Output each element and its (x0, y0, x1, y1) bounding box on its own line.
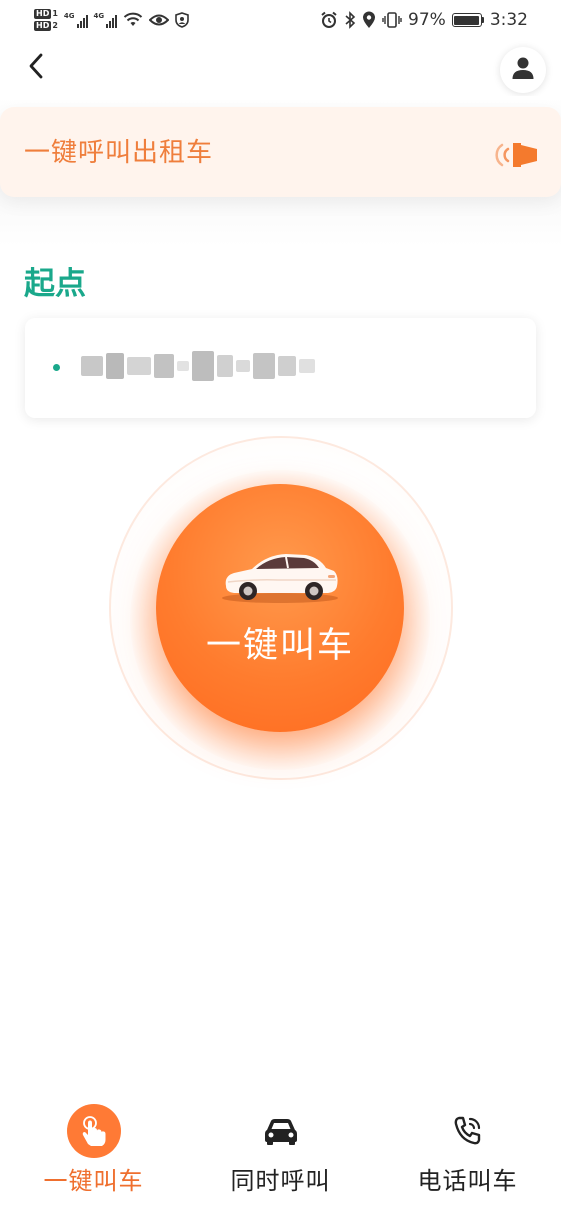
battery-percent: 97% (408, 10, 446, 30)
status-right: 97% 3:32 (320, 4, 528, 36)
car-front-icon (254, 1104, 308, 1158)
banner-title: 一键呼叫出租车 (24, 138, 214, 168)
bluetooth-icon (344, 11, 356, 29)
tab-label: 一键叫车 (43, 1167, 144, 1195)
status-left: HD 1 HD 2 4G 4G (34, 4, 189, 36)
start-dot-icon (53, 364, 60, 371)
clock: 3:32 (489, 10, 528, 30)
wifi-icon (123, 12, 143, 28)
hd-num: 1 (52, 9, 58, 18)
location-icon (362, 11, 376, 29)
vibrate-icon (382, 11, 402, 29)
page: HD 1 HD 2 4G 4G 97% 3:32 一键呼叫出租车 起点 一键叫车… (0, 0, 561, 1216)
start-label: 起点 (24, 266, 86, 302)
status-bar: HD 1 HD 2 4G 4G 97% 3:32 (0, 0, 561, 40)
tab-phone-call[interactable]: 电话叫车 (374, 1092, 561, 1216)
user-icon (511, 56, 535, 84)
eye-icon (149, 13, 170, 27)
battery-icon (451, 13, 484, 27)
hd-badge: HD (34, 21, 52, 31)
call-taxi-banner[interactable]: 一键呼叫出租车 (0, 107, 561, 197)
car-icon (218, 546, 342, 606)
one-tap-call-button[interactable]: 一键叫车 (156, 484, 404, 732)
hd-badge: HD (34, 9, 52, 19)
hd-num: 2 (52, 21, 58, 30)
back-button[interactable] (20, 52, 52, 84)
start-location-card[interactable] (25, 318, 536, 418)
network-type: 4G (63, 12, 75, 20)
speaker-icon (486, 139, 540, 171)
tab-label: 同时呼叫 (230, 1167, 331, 1195)
alarm-icon (320, 11, 338, 29)
hd-indicators: HD 1 HD 2 (34, 9, 58, 31)
profile-button[interactable] (500, 47, 546, 93)
tab-one-tap-call[interactable]: 一键叫车 (0, 1092, 187, 1216)
start-address-blurred (81, 344, 326, 388)
chevron-left-icon (28, 53, 44, 83)
tab-simultaneous-call[interactable]: 同时呼叫 (187, 1092, 374, 1216)
signal-icon: 4G (64, 12, 88, 28)
tab-label: 电话叫车 (417, 1167, 518, 1195)
shield-icon (175, 12, 189, 28)
signal-icon: 4G (94, 12, 118, 28)
tap-hand-icon (66, 1104, 121, 1158)
call-button-label: 一键叫车 (205, 626, 354, 666)
network-type: 4G (93, 12, 105, 20)
bottom-tab-bar: 一键叫车 同时呼叫 电话叫车 (0, 1092, 561, 1216)
phone-icon (441, 1104, 495, 1158)
